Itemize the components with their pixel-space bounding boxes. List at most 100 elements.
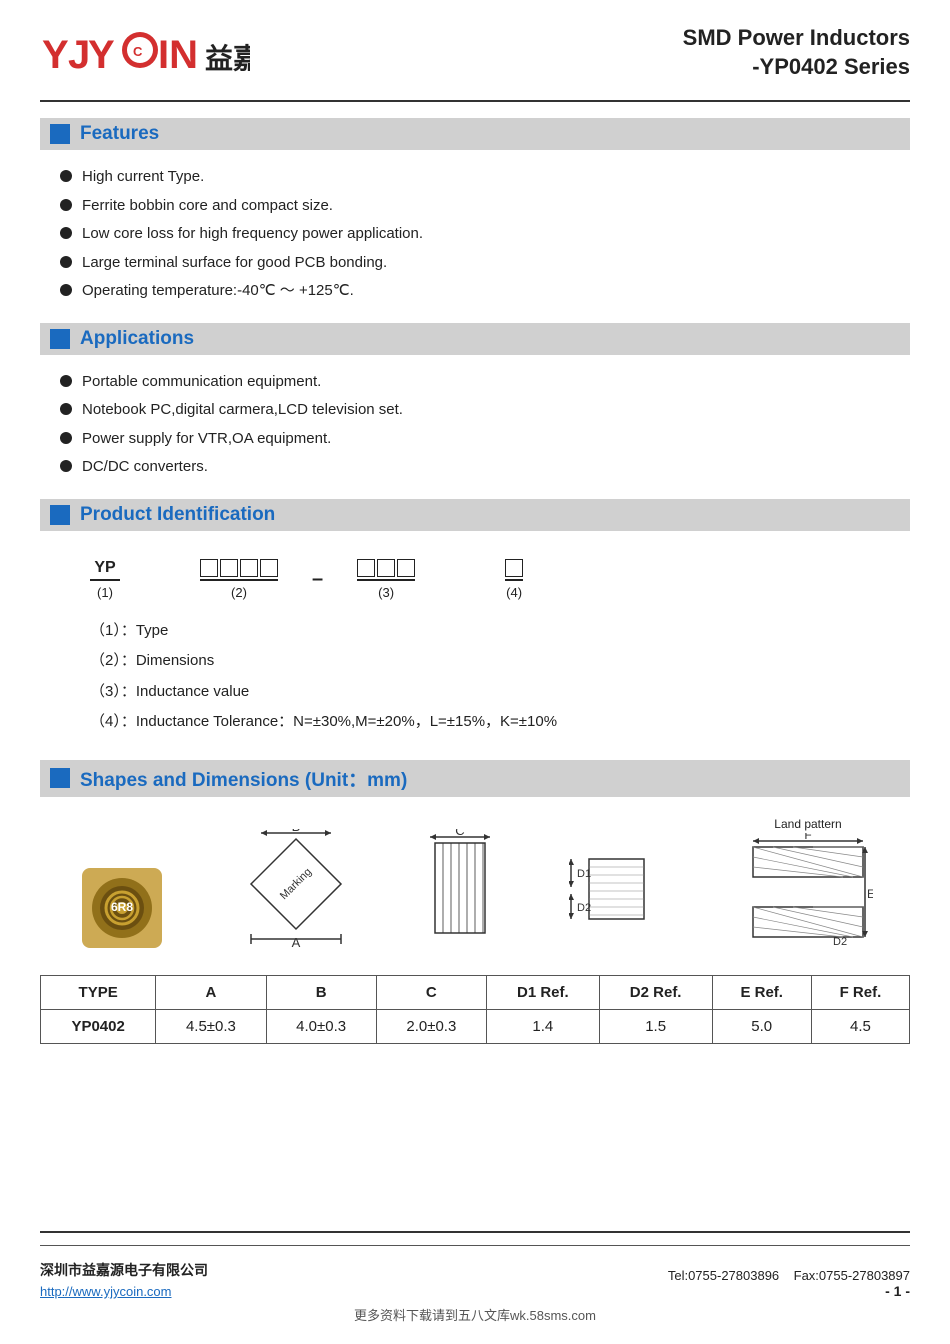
coil-diagram: 6R8	[77, 863, 167, 953]
val-b: 4.0±0.3	[266, 1009, 376, 1043]
pid-2-num: (2)	[231, 585, 247, 600]
svg-text:E: E	[867, 887, 873, 901]
header: Y J Y C IN 益嘉源 SMD Power Inductors -YP04…	[40, 24, 910, 82]
bullet-dot	[60, 256, 72, 268]
pid-box	[260, 559, 278, 577]
coil-svg: 6R8	[77, 863, 167, 953]
features-item-3: Large terminal surface for good PCB bond…	[82, 252, 387, 275]
footer-website[interactable]: http://www.yjycoin.com	[40, 1284, 208, 1299]
features-section-header: Features	[40, 118, 910, 150]
pid-3-num: (3)	[378, 585, 394, 600]
bullet-dot	[60, 460, 72, 472]
svg-text:B: B	[292, 829, 301, 834]
title-line1: SMD Power Inductors	[683, 25, 910, 50]
logo-svg: Y J Y C IN 益嘉源	[40, 24, 250, 82]
pid-box	[397, 559, 415, 577]
svg-text:D2: D2	[577, 902, 591, 914]
list-item: Power supply for VTR,OA equipment.	[60, 428, 910, 451]
shapes-section-header: Shapes and Dimensions (Unit：mm)	[40, 760, 910, 797]
applications-blue-square	[50, 329, 70, 349]
land-pattern-label: Land pattern	[774, 817, 841, 831]
pid-box	[377, 559, 395, 577]
bullet-dot	[60, 284, 72, 296]
bullet-dot	[60, 227, 72, 239]
col-b: B	[266, 975, 376, 1009]
svg-text:IN: IN	[158, 33, 198, 77]
features-blue-square	[50, 124, 70, 144]
pid-4-num: (4)	[506, 585, 522, 600]
table-header-row: TYPE A B C D1 Ref. D2 Ref. E Ref. F Ref.	[41, 975, 910, 1009]
list-item: Ferrite bobbin core and compact size.	[60, 195, 910, 218]
list-item: Large terminal surface for good PCB bond…	[60, 252, 910, 275]
pid-boxes-2	[200, 559, 278, 577]
applications-list: Portable communication equipment. Notebo…	[40, 365, 910, 495]
pid-detail-0: （1）：Type	[90, 620, 870, 643]
page-number: - 1 -	[885, 1283, 910, 1299]
pid-group-2: (2)	[200, 559, 278, 600]
applications-section-header: Applications	[40, 323, 910, 355]
product-id-title: Product Identification	[80, 504, 275, 526]
svg-text:Y: Y	[42, 33, 69, 77]
features-title: Features	[80, 123, 159, 145]
features-list: High current Type. Ferrite bobbin core a…	[40, 160, 910, 319]
bullet-dot	[60, 170, 72, 182]
svg-text:C: C	[455, 829, 464, 838]
c-diagram: C	[425, 829, 495, 953]
val-f: 4.5	[811, 1009, 909, 1043]
features-item-0: High current Type.	[82, 166, 204, 189]
footer-company: 深圳市益嘉源电子有限公司	[40, 1260, 208, 1280]
product-id-section-header: Product Identification	[40, 499, 910, 531]
svg-text:益嘉源: 益嘉源	[205, 43, 250, 74]
val-a: 4.5±0.3	[156, 1009, 266, 1043]
footer-tel: Tel:0755-27803896 Fax:0755-27803897	[668, 1268, 910, 1283]
list-item: High current Type.	[60, 166, 910, 189]
pid-box	[240, 559, 258, 577]
table-row: YP0402 4.5±0.3 4.0±0.3 2.0±0.3 1.4 1.5 5…	[41, 1009, 910, 1043]
pid-box	[220, 559, 238, 577]
pid-box	[505, 559, 523, 577]
header-divider	[40, 100, 910, 102]
features-item-2: Low core loss for high frequency power a…	[82, 223, 423, 246]
val-e: 5.0	[712, 1009, 811, 1043]
bullet-dot	[60, 432, 72, 444]
footer-divider	[40, 1231, 910, 1233]
pid-detail-3: （4）：Inductance Tolerance：N=±30%,M=±20%，L…	[90, 711, 870, 734]
product-id-details: （1）：Type （2）：Dimensions （3）：Inductance v…	[40, 610, 910, 756]
product-id-diagram: YP (1) (2) –	[40, 541, 910, 610]
title-area: SMD Power Inductors -YP0402 Series	[683, 24, 910, 81]
pid-box	[200, 559, 218, 577]
footer-watermark: 更多资料下载请到五八文库wk.58sms.com	[40, 1305, 910, 1324]
list-item: Notebook PC,digital carmera,LCD televisi…	[60, 399, 910, 422]
title-main: SMD Power Inductors -YP0402 Series	[683, 24, 910, 81]
list-item: Low core loss for high frequency power a…	[60, 223, 910, 246]
val-c: 2.0±0.3	[376, 1009, 486, 1043]
ba-svg: A B Marking	[241, 829, 351, 949]
col-c: C	[376, 975, 486, 1009]
bullet-dot	[60, 375, 72, 387]
pid-detail-2: （3）：Inductance value	[90, 681, 870, 704]
pid-1-num: (1)	[97, 585, 113, 600]
land-pattern-diagram: Land pattern F E	[743, 817, 873, 953]
svg-text:J: J	[68, 33, 90, 77]
app-item-0: Portable communication equipment.	[82, 371, 321, 394]
ba-diagram: A B Marking	[241, 829, 351, 953]
val-d1: 1.4	[486, 1009, 599, 1043]
pid-group-3: (3)	[357, 559, 415, 600]
watermark-text: 更多资料下载请到五八文库wk.58sms.com	[354, 1308, 596, 1323]
land-pattern-svg: F E	[743, 833, 873, 953]
pid-boxes-3	[357, 559, 415, 577]
pid-group-1: YP (1)	[90, 559, 120, 600]
app-item-1: Notebook PC,digital carmera,LCD televisi…	[82, 399, 403, 422]
app-item-2: Power supply for VTR,OA equipment.	[82, 428, 331, 451]
c-svg: C	[425, 829, 495, 949]
applications-title: Applications	[80, 328, 194, 350]
bullet-dot	[60, 403, 72, 415]
svg-text:D1: D1	[577, 868, 591, 880]
shapes-blue-square	[50, 768, 70, 788]
col-d2: D2 Ref.	[599, 975, 712, 1009]
list-item: DC/DC converters.	[60, 456, 910, 479]
svg-text:D2: D2	[833, 936, 847, 948]
pid-group-4: (4)	[505, 559, 523, 600]
col-type: TYPE	[41, 975, 156, 1009]
logo-area: Y J Y C IN 益嘉源	[40, 24, 250, 82]
